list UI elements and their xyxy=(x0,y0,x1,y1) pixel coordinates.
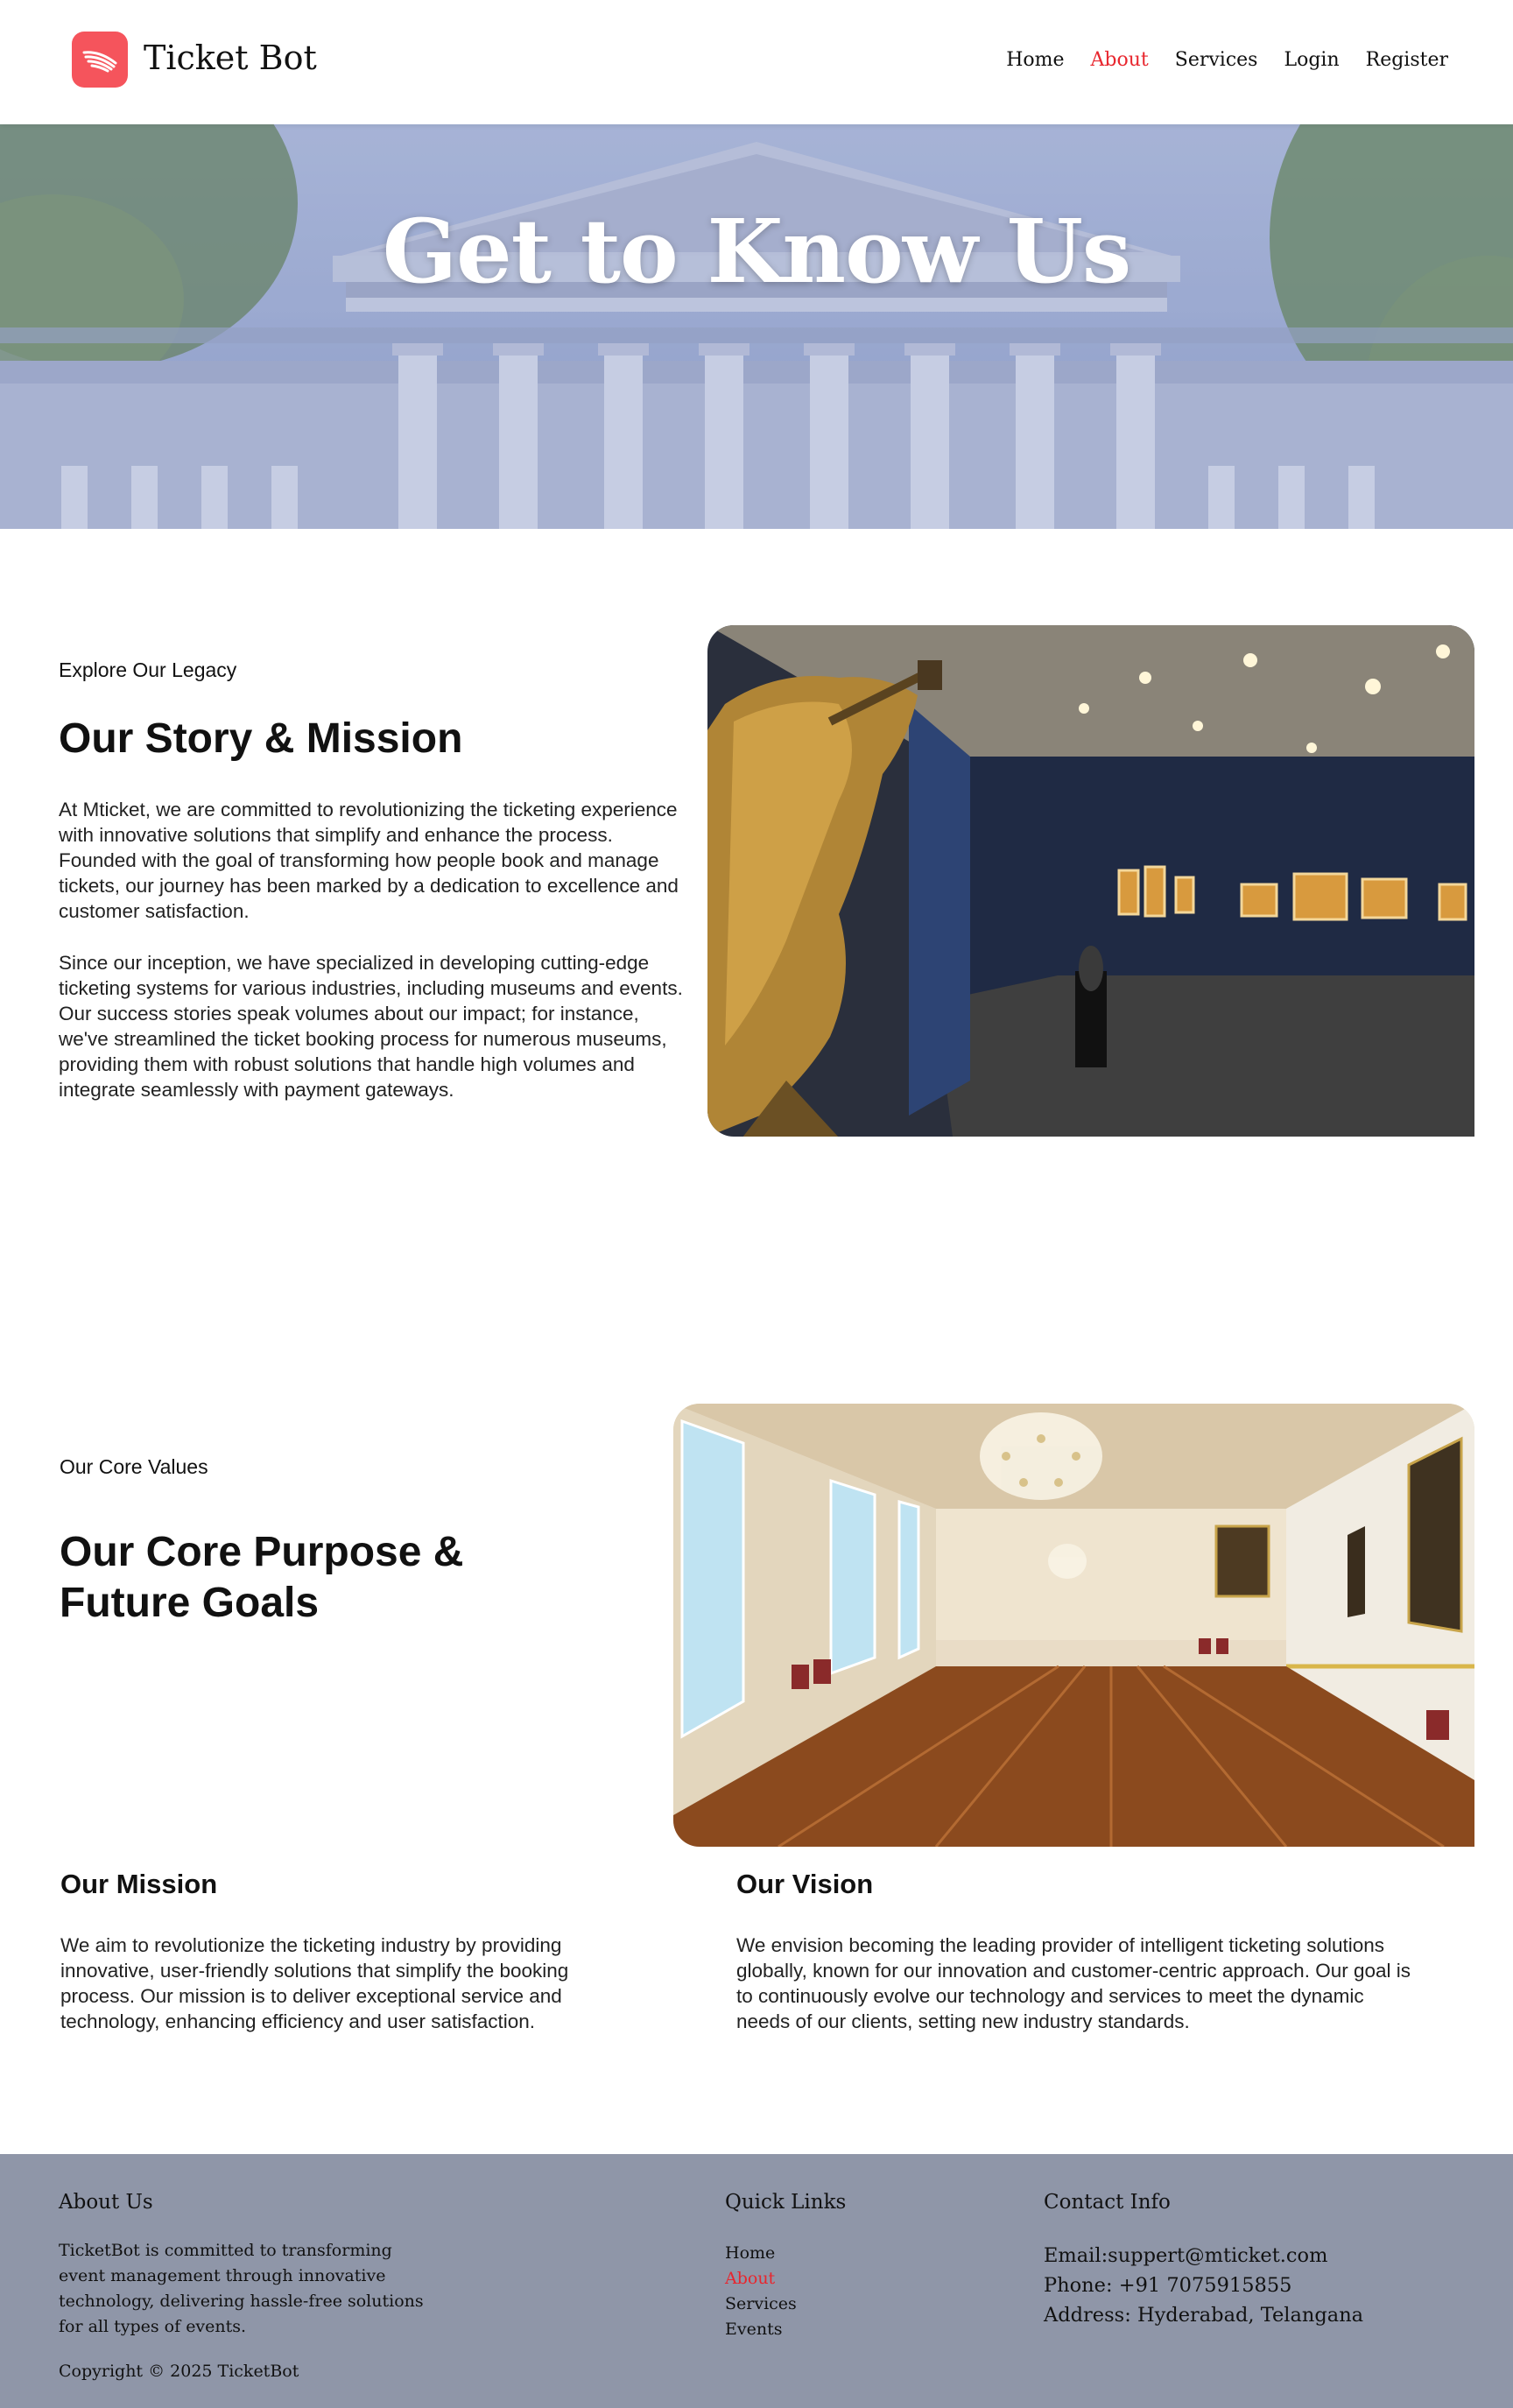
footer-contact-title: Contact Info xyxy=(1044,2191,1171,2214)
hall-illustration xyxy=(673,1404,1474,1847)
mission-text: We aim to revolutionize the ticketing in… xyxy=(60,1934,569,2032)
story-title: Our Story & Mission xyxy=(59,715,463,762)
values-hall-image xyxy=(673,1404,1474,1847)
footer-link-home[interactable]: Home xyxy=(725,2241,797,2266)
logo[interactable] xyxy=(72,32,128,88)
footer-links-title: Quick Links xyxy=(725,2191,847,2214)
hero-title: Get to Know Us xyxy=(382,200,1131,303)
nav-home[interactable]: Home xyxy=(1006,49,1064,71)
nav-services[interactable]: Services xyxy=(1175,49,1258,71)
wing-icon xyxy=(82,51,117,73)
footer-about-title: About Us xyxy=(59,2191,153,2214)
story-eyebrow: Explore Our Legacy xyxy=(59,658,237,681)
nav-about[interactable]: About xyxy=(1091,49,1149,71)
story-paragraph-1: At Mticket, we are committed to revoluti… xyxy=(59,799,679,922)
footer-link-about[interactable]: About xyxy=(725,2266,797,2292)
footer-copyright: Copyright © 2025 TicketBot xyxy=(59,2362,299,2381)
footer-email[interactable]: Email:suppert@mticket.com xyxy=(1044,2241,1327,2271)
main-nav: Home About Services Login Register xyxy=(1006,49,1448,71)
story-paragraph-2: Since our inception, we have specialized… xyxy=(59,952,683,1101)
footer-about-text: TicketBot is committed to transforming e… xyxy=(59,2241,424,2336)
values-title-line-1: Our Core Purpose & xyxy=(60,1529,464,1575)
story-gallery-image xyxy=(707,625,1474,1137)
footer-link-events[interactable]: Events xyxy=(725,2317,797,2342)
vision-title: Our Vision xyxy=(736,1869,874,1899)
footer: About Us TicketBot is committed to trans… xyxy=(0,2154,1513,2408)
footer-quick-links: Home About Services Events xyxy=(725,2241,797,2342)
navbar: Ticket Bot Home About Services Login Reg… xyxy=(0,0,1513,124)
mission-title: Our Mission xyxy=(60,1869,218,1899)
brand-name[interactable]: Ticket Bot xyxy=(144,39,317,77)
footer-link-services[interactable]: Services xyxy=(725,2292,797,2317)
values-title-line-2: Future Goals xyxy=(60,1580,320,1626)
nav-register[interactable]: Register xyxy=(1366,49,1448,71)
footer-address: Address: Hyderabad, Telangana xyxy=(1044,2304,1364,2327)
values-eyebrow: Our Core Values xyxy=(60,1455,208,1478)
hero-banner: Get to Know Us xyxy=(0,124,1513,529)
footer-phone[interactable]: Phone: +91 7075915855 xyxy=(1044,2271,1292,2300)
nav-login[interactable]: Login xyxy=(1284,49,1339,71)
hero-overlay xyxy=(0,124,1513,529)
vision-text: We envision becoming the leading provide… xyxy=(736,1934,1411,2032)
gallery-illustration xyxy=(707,625,1474,1137)
